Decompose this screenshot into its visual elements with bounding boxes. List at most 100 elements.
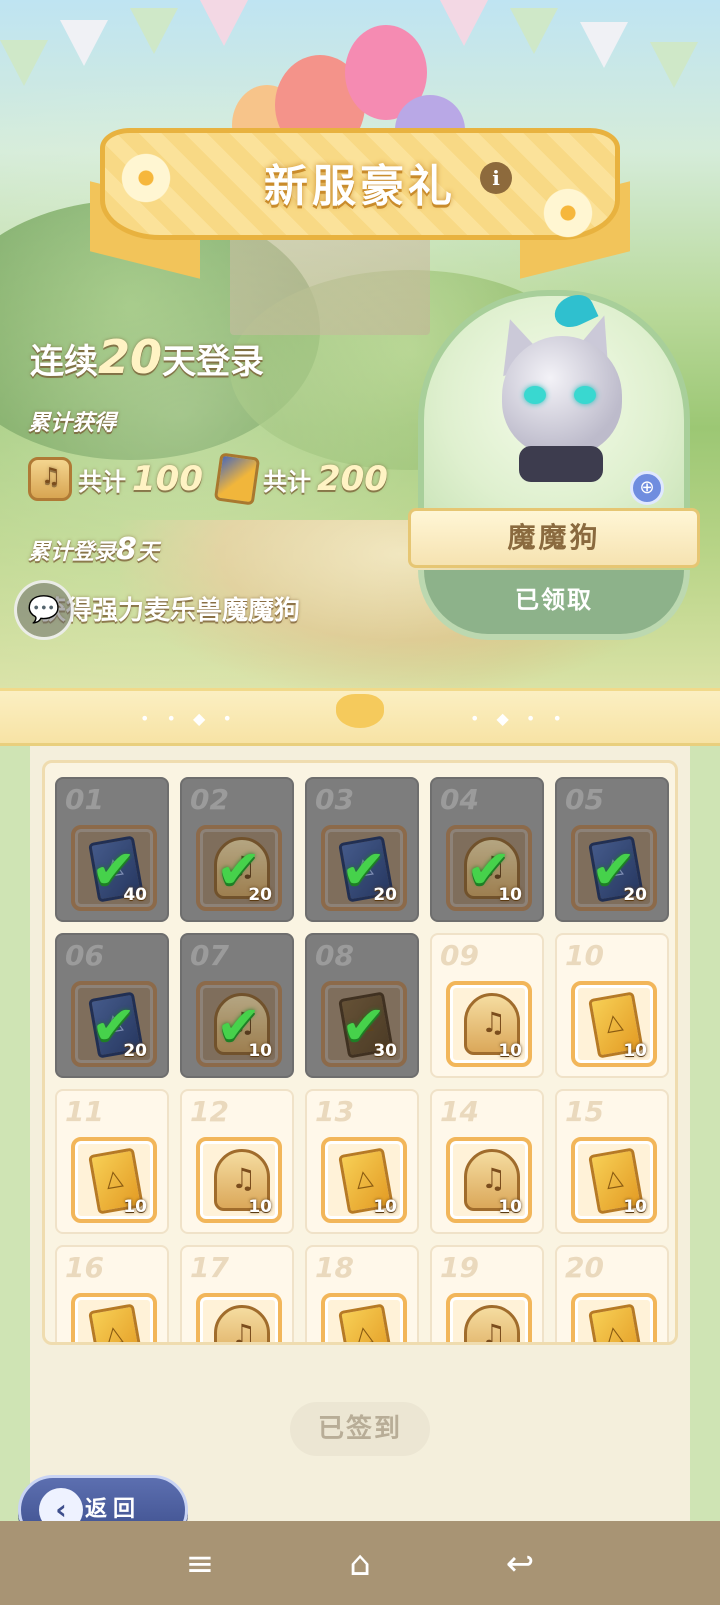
home-icon[interactable]: ⌂ xyxy=(330,1539,390,1589)
day-cell[interactable]: 11 10 xyxy=(55,1089,169,1234)
reward-slot: 20✔ xyxy=(196,825,282,911)
reward-slot: 20✔ xyxy=(321,825,407,911)
day-cell[interactable]: 19 xyxy=(430,1245,544,1342)
day-cell[interactable]: 12 10 xyxy=(180,1089,294,1234)
day-cell[interactable]: 05 20✔ xyxy=(555,777,669,922)
bunting-flag xyxy=(440,0,488,46)
zoom-in-icon[interactable]: ⊕ xyxy=(630,471,664,505)
day-cell[interactable]: 08 30✔ xyxy=(305,933,419,1078)
day-number: 13 xyxy=(315,1095,354,1128)
pet-claim-status[interactable]: 已领取 xyxy=(418,570,690,640)
reward-quantity: 10 xyxy=(498,1041,522,1061)
bunting-flag xyxy=(580,22,628,68)
back-button-label: 返回 xyxy=(85,1497,142,1522)
reward-slot xyxy=(321,1293,407,1342)
day-cell[interactable]: 09 10 xyxy=(430,933,544,1078)
day-cell[interactable]: 1510 xyxy=(555,1089,669,1234)
reward-quantity: 10 xyxy=(498,1197,522,1217)
reward-quantity: 10 xyxy=(373,1197,397,1217)
reward-slot: 10 xyxy=(321,1137,407,1223)
cat-emblem-icon xyxy=(336,694,384,728)
day-number: 15 xyxy=(565,1095,604,1128)
bunting-flag xyxy=(200,0,248,46)
card-icon xyxy=(338,1303,394,1342)
card-icon xyxy=(88,1303,144,1342)
check-icon: ✔ xyxy=(216,994,262,1057)
bunting-flag xyxy=(130,8,178,54)
day-number: 06 xyxy=(65,939,104,972)
reward-slot: 30✔ xyxy=(321,981,407,1067)
bunting-flag xyxy=(60,20,108,66)
day-cell[interactable]: 17 xyxy=(180,1245,294,1342)
day-number: 18 xyxy=(315,1251,354,1284)
day-number: 17 xyxy=(190,1251,229,1284)
menu-icon[interactable]: ≡ xyxy=(170,1539,230,1589)
check-icon: ✔ xyxy=(341,838,387,901)
reward-slot: 20✔ xyxy=(71,981,157,1067)
card-icon xyxy=(213,452,261,506)
bunting-flag xyxy=(0,40,48,86)
days-logged-label: 累计登录8天 xyxy=(28,532,159,567)
day-number: 03 xyxy=(315,783,354,816)
day-cell[interactable]: 04 10✔ xyxy=(430,777,544,922)
reward-slot xyxy=(196,1293,282,1342)
day-cell[interactable]: 02 20✔ xyxy=(180,777,294,922)
harp-icon xyxy=(214,1305,270,1342)
day-cell[interactable]: 01 40✔ xyxy=(55,777,169,922)
bunting-flag xyxy=(650,42,698,88)
day-number: 02 xyxy=(190,783,229,816)
reward-slot xyxy=(71,1293,157,1342)
login-calendar: 0140✔0220✔0320✔0410✔0520✔0620✔0710✔0830✔… xyxy=(42,760,678,1345)
day-number: 04 xyxy=(440,783,479,816)
reward-slot xyxy=(571,1293,657,1342)
day-number: 12 xyxy=(190,1095,229,1128)
check-icon: ✔ xyxy=(216,838,262,901)
day-cell[interactable]: 10 10 xyxy=(555,933,669,1078)
reward-slot: 10 xyxy=(571,1137,657,1223)
day-number: 05 xyxy=(565,783,604,816)
chat-button[interactable]: 💬 xyxy=(14,580,74,640)
day-cell[interactable]: 20 xyxy=(555,1245,669,1342)
info-icon[interactable]: i xyxy=(480,162,512,194)
harp-icon xyxy=(28,457,72,501)
day-cell[interactable]: 18 xyxy=(305,1245,419,1342)
pet-image[interactable] xyxy=(502,336,622,456)
day-number: 01 xyxy=(65,783,104,816)
day-number: 09 xyxy=(440,939,479,972)
check-icon: ✔ xyxy=(466,838,512,901)
reward-slot: 10 xyxy=(446,981,532,1067)
signed-in-button[interactable]: 已签到 xyxy=(290,1402,430,1456)
day-number: 07 xyxy=(190,939,229,972)
day-number: 20 xyxy=(565,1251,604,1284)
day-number: 19 xyxy=(440,1251,479,1284)
reward-slot: 10 xyxy=(196,1137,282,1223)
reward-slot: 40✔ xyxy=(71,825,157,911)
reward-slot: 10✔ xyxy=(196,981,282,1067)
day-number: 10 xyxy=(565,939,604,972)
day-cell[interactable]: 03 20✔ xyxy=(305,777,419,922)
reward-slot: 10 xyxy=(446,1137,532,1223)
back-nav-icon[interactable]: ↩ xyxy=(490,1539,550,1589)
day-cell[interactable]: 14 10 xyxy=(430,1089,544,1234)
card-icon xyxy=(588,1303,644,1342)
day-number: 14 xyxy=(440,1095,479,1128)
check-icon: ✔ xyxy=(341,994,387,1057)
bunting-flag xyxy=(510,8,558,54)
reward-description: 获得强力麦乐兽魔魔狗 xyxy=(40,596,301,626)
reward-quantity: 10 xyxy=(623,1197,647,1217)
day-cell[interactable]: 06 20✔ xyxy=(55,933,169,1078)
day-number: 16 xyxy=(65,1251,104,1284)
harp-icon xyxy=(464,1305,520,1342)
day-cell[interactable]: 07 10✔ xyxy=(180,933,294,1078)
check-icon: ✔ xyxy=(91,994,137,1057)
check-icon: ✔ xyxy=(591,838,637,901)
day-cell[interactable]: 16 xyxy=(55,1245,169,1342)
reward-quantity: 10 xyxy=(623,1041,647,1061)
day-cell[interactable]: 13 10 xyxy=(305,1089,419,1234)
reward-quantity: 10 xyxy=(123,1197,147,1217)
reward-quantity: 10 xyxy=(248,1197,272,1217)
accumulated-label: 累计获得 xyxy=(28,411,117,436)
pet-reward-card: ⊕ 魔魔狗 已领取 xyxy=(408,288,700,655)
accumulated-rewards: 共计100 共计200 xyxy=(28,452,388,506)
check-icon: ✔ xyxy=(91,838,137,901)
